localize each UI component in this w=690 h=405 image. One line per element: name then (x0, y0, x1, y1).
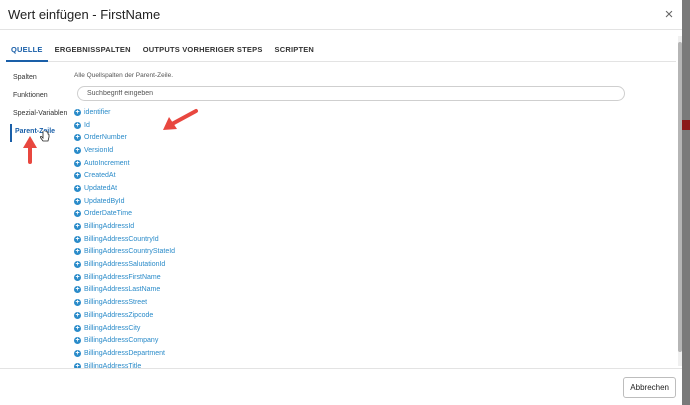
arrow-right-annotation (163, 109, 198, 130)
arrow-up-annotation (23, 136, 37, 164)
annotation-layer (23, 109, 198, 164)
hand-cursor-icon (40, 131, 50, 142)
